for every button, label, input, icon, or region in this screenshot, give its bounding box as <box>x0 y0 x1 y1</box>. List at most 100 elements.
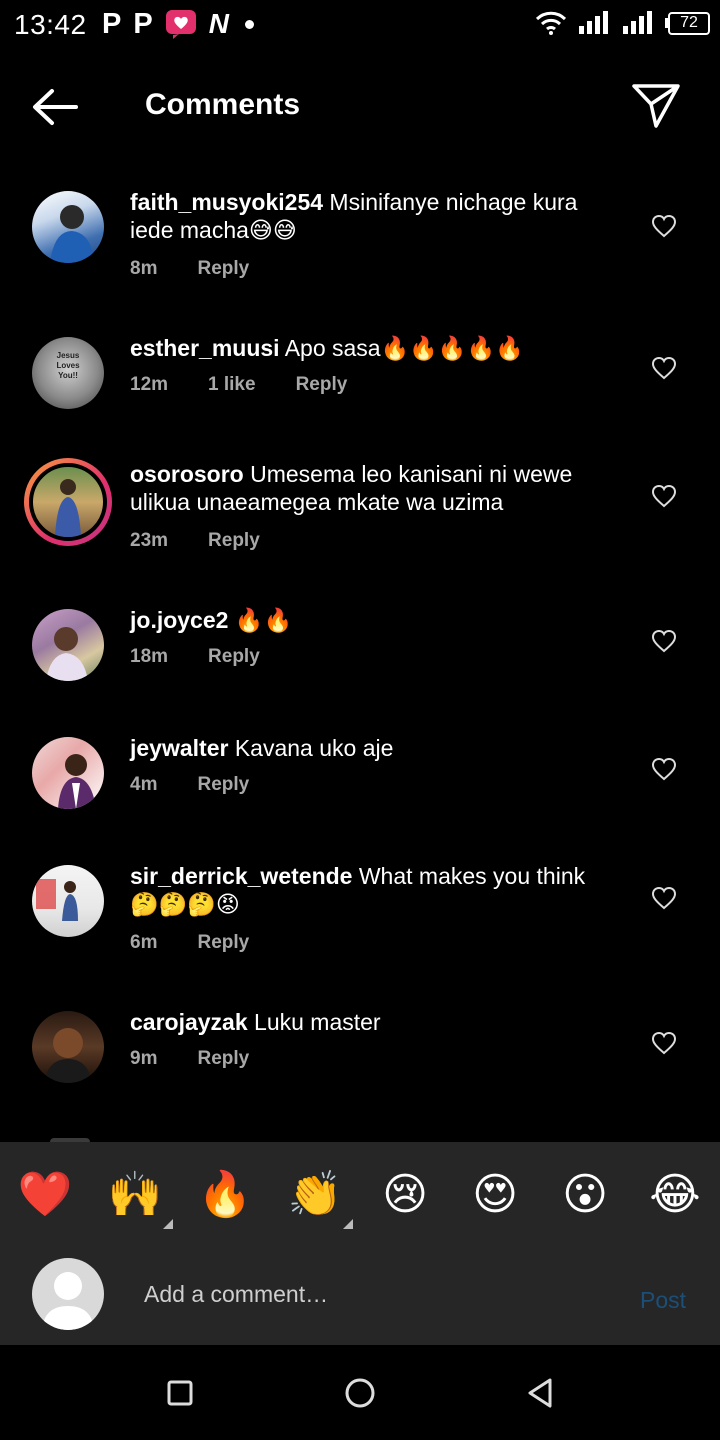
signal-icon <box>579 11 608 34</box>
reaction-raised-hands[interactable]: 🙌 <box>105 1167 173 1229</box>
reaction-laughing[interactable]: 😂 <box>645 1167 705 1223</box>
comment-time: 18m <box>130 646 169 667</box>
comment-text: Apo sasa🔥🔥🔥🔥🔥 <box>284 335 524 361</box>
comment-text: Kavana uko aje <box>234 735 394 761</box>
like-heart-icon[interactable] <box>651 886 677 910</box>
recent-apps-icon[interactable] <box>162 1375 198 1411</box>
comment-time: 23m <box>130 530 169 551</box>
skin-tone-indicator <box>163 1219 173 1229</box>
wifi-icon <box>535 11 567 35</box>
reaction-surprised[interactable]: 😮 <box>555 1167 615 1223</box>
comment-meta: 18m Reply <box>130 646 260 668</box>
comment-time: 12m <box>130 374 169 395</box>
comment-username[interactable]: osorosoro <box>130 461 244 487</box>
header: Comments <box>0 62 720 152</box>
reply-button[interactable]: Reply <box>296 374 348 396</box>
likes-count[interactable]: 1 like <box>208 374 256 396</box>
back-nav-icon[interactable] <box>522 1375 558 1411</box>
comment-time: 8m <box>130 258 158 279</box>
app-notification-icon: P <box>133 8 153 40</box>
avatar-photo <box>36 879 78 921</box>
comment-meta: 9m Reply <box>130 1048 249 1070</box>
comments-list[interactable]: faith_musyoki254 Msinifanye nichage kura… <box>0 172 720 1142</box>
like-heart-icon[interactable] <box>651 214 677 238</box>
avatar[interactable] <box>32 737 104 809</box>
send-icon[interactable] <box>630 80 682 130</box>
like-heart-icon[interactable] <box>651 356 677 380</box>
avatar-photo <box>50 205 94 263</box>
comment-body: esther_muusi Apo sasa🔥🔥🔥🔥🔥 <box>130 334 620 362</box>
back-arrow-icon[interactable] <box>30 85 80 129</box>
battery-level: 72 <box>668 11 710 35</box>
avatar-caption: Jesus Loves You!! <box>56 351 80 380</box>
like-heart-icon[interactable] <box>651 757 677 781</box>
default-avatar-icon <box>42 1272 94 1330</box>
avatar[interactable]: Jesus Loves You!! <box>32 337 104 409</box>
heart-message-icon <box>165 10 196 39</box>
clap-emoji: 👏 <box>287 1170 343 1219</box>
status-bar: 13:42 P P N 72 <box>0 0 720 50</box>
system-icons: 72 <box>535 10 710 36</box>
reply-button[interactable]: Reply <box>197 258 249 280</box>
avatar[interactable] <box>32 865 104 937</box>
comment-meta: 4m Reply <box>130 774 249 796</box>
comment-username[interactable]: faith_musyoki254 <box>130 189 323 215</box>
comment-username[interactable]: sir_derrick_wetende <box>130 863 352 889</box>
comment-username[interactable]: esther_muusi <box>130 335 280 361</box>
reaction-crying[interactable]: 😢 <box>375 1167 435 1223</box>
avatar-story-ring[interactable] <box>24 458 112 546</box>
post-button[interactable]: Post <box>640 1287 686 1314</box>
reply-button[interactable]: Reply <box>208 646 260 668</box>
comment-item-partial <box>0 1132 720 1142</box>
reaction-clap[interactable]: 👏 <box>285 1167 353 1229</box>
more-notifications-dot <box>244 19 254 29</box>
skin-tone-indicator <box>343 1219 353 1229</box>
comment-body: jo.joyce2 🔥🔥 <box>130 606 620 634</box>
reaction-fire[interactable]: 🔥 <box>195 1167 255 1223</box>
like-heart-icon[interactable] <box>651 484 677 508</box>
comment-body: osorosoro Umesema leo kanisani ni wewe u… <box>130 460 620 516</box>
comment-body: faith_musyoki254 Msinifanye nichage kura… <box>130 188 620 244</box>
comment-input[interactable] <box>144 1276 604 1312</box>
comment-body: jeywalter Kavana uko aje <box>130 734 620 762</box>
reply-button[interactable]: Reply <box>197 932 249 954</box>
raised-hands-emoji: 🙌 <box>107 1170 163 1219</box>
comment-meta: 12m 1 like Reply <box>130 374 347 396</box>
comment-body: sir_derrick_wetende What makes you think… <box>130 862 620 918</box>
comment-username[interactable]: carojayzak <box>130 1009 248 1035</box>
system-nav-bar <box>0 1345 720 1440</box>
avatar-photo <box>58 754 96 809</box>
reaction-heart-eyes[interactable]: 😍 <box>465 1167 525 1223</box>
battery-icon: 72 <box>665 11 710 35</box>
notification-icons: P P N <box>102 8 254 40</box>
avatar[interactable] <box>32 191 104 263</box>
page-title: Comments <box>145 88 301 121</box>
reply-button[interactable]: Reply <box>197 1048 249 1070</box>
comment-meta: 23m Reply <box>130 530 260 552</box>
home-icon[interactable] <box>342 1375 378 1411</box>
avatar-photo <box>46 627 88 681</box>
comment-time: 4m <box>130 774 158 795</box>
comment-input-bar: Post <box>0 1250 720 1345</box>
app-notification-icon: N <box>208 8 229 39</box>
avatar[interactable] <box>32 609 104 681</box>
avatar-photo <box>55 479 81 537</box>
reply-button[interactable]: Reply <box>197 774 249 796</box>
reply-button[interactable]: Reply <box>208 530 260 552</box>
avatar-photo <box>44 1028 92 1083</box>
current-user-avatar <box>32 1258 104 1330</box>
avatar[interactable] <box>32 1011 104 1083</box>
comment-meta: 8m Reply <box>130 258 249 280</box>
app-notification-icon: P <box>102 8 122 40</box>
like-heart-icon[interactable] <box>651 629 677 653</box>
avatar <box>29 463 107 541</box>
reaction-heart[interactable]: ❤️ <box>15 1167 75 1223</box>
comment-text: 🔥🔥 <box>234 607 293 633</box>
signal-icon <box>623 11 652 34</box>
comment-time: 9m <box>130 1048 158 1069</box>
comment-meta: 6m Reply <box>130 932 249 954</box>
like-heart-icon[interactable] <box>651 1031 677 1055</box>
comment-username[interactable]: jeywalter <box>130 735 228 761</box>
comment-username[interactable]: jo.joyce2 <box>130 607 228 633</box>
comment-text: Luku master <box>254 1009 381 1035</box>
